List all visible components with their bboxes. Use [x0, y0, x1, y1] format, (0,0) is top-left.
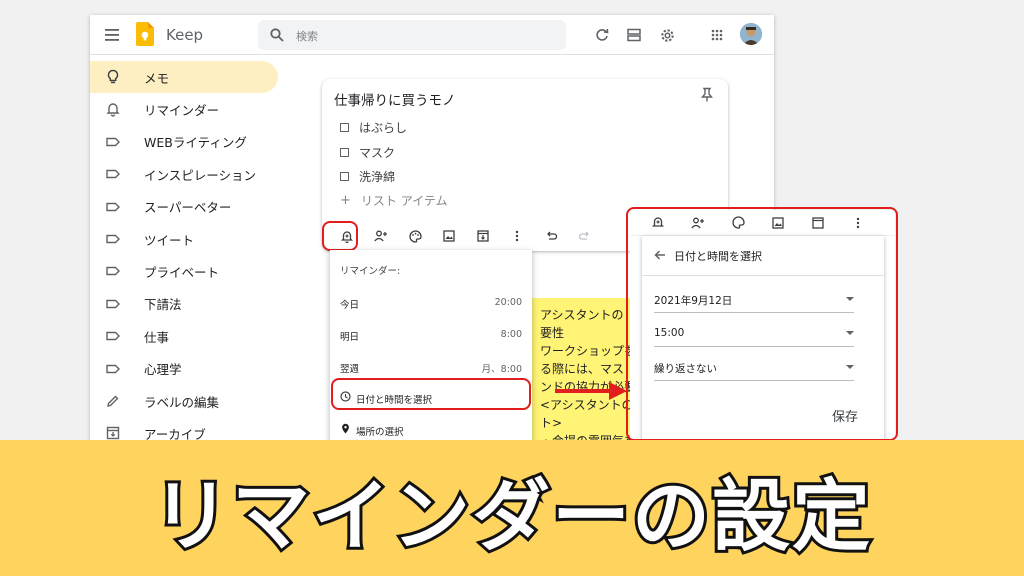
- sidebar-item-psychology[interactable]: 心理学: [90, 353, 290, 385]
- pencil-icon: [105, 393, 121, 409]
- lightbulb-icon: [105, 69, 121, 85]
- collaborator-icon[interactable]: [364, 225, 398, 247]
- reminder-option-today[interactable]: 今日 20:00: [330, 288, 532, 318]
- caption-text: リマインダーの設定: [149, 469, 873, 565]
- reminder-option-tomorrow[interactable]: 明日 8:00: [330, 320, 532, 350]
- sidebar-item-superbetter[interactable]: スーパーベター: [90, 191, 290, 223]
- sidebar-item-label: ツイート: [144, 232, 195, 248]
- checklist-item[interactable]: 洗浄綿: [340, 166, 395, 186]
- settings-gear-icon[interactable]: [657, 25, 677, 45]
- sidebar-item-label: プライベート: [144, 265, 220, 281]
- label-icon: [105, 231, 121, 247]
- sidebar-item-label: ラベルの編集: [144, 394, 220, 410]
- sidebar-item-reminders[interactable]: リマインダー: [90, 93, 290, 125]
- sidebar-item-edit-labels[interactable]: ラベルの編集: [90, 385, 290, 417]
- add-list-item[interactable]: + リスト アイテム: [340, 190, 448, 210]
- main-menu-icon[interactable]: [102, 25, 122, 45]
- checklist-item-text[interactable]: マスク: [359, 144, 395, 161]
- pick-place-label: 場所の選択: [356, 427, 404, 438]
- reminder-menu: リマインダー: 今日 20:00 明日 8:00 翌週 月、8:00 日付と時間…: [330, 250, 532, 450]
- refresh-icon[interactable]: [592, 25, 612, 45]
- label-icon: [105, 199, 121, 215]
- bell-icon: [105, 101, 121, 118]
- label-icon: [105, 361, 121, 377]
- pin-icon[interactable]: [700, 87, 714, 103]
- reminder-option-time: 20:00: [494, 297, 522, 308]
- search-icon[interactable]: [270, 28, 284, 42]
- more-vert-icon[interactable]: [500, 225, 534, 247]
- top-bar: Keep 検索: [90, 15, 774, 55]
- label-icon: [105, 263, 121, 279]
- sidebar-item-label: 仕事: [144, 329, 170, 345]
- reminder-option-label: 翌週: [340, 364, 360, 375]
- add-list-item-label: リスト アイテム: [360, 193, 448, 208]
- red-arrow-icon: [553, 380, 629, 402]
- label-icon: [105, 166, 121, 182]
- plus-icon: +: [340, 192, 351, 208]
- reminder-option-label: 今日: [340, 300, 360, 311]
- palette-icon[interactable]: [398, 225, 432, 247]
- reminder-option-time: 月、8:00: [481, 364, 522, 375]
- avatar[interactable]: [740, 23, 762, 45]
- reminder-option-time: 8:00: [500, 329, 522, 340]
- sidebar-item-label: リマインダー: [144, 103, 220, 119]
- sidebar-item-label: メモ: [144, 70, 170, 86]
- checklist-item-text[interactable]: はぶらし: [359, 119, 407, 136]
- checkbox[interactable]: [340, 147, 349, 157]
- highlight-reminder-button: [322, 221, 358, 251]
- note-title[interactable]: 仕事帰りに買うモノ: [334, 89, 456, 109]
- sidebar-item-inspiration[interactable]: インスピレーション: [90, 158, 290, 190]
- reminder-menu-header: リマインダー:: [340, 266, 401, 277]
- app-title: Keep: [166, 26, 204, 44]
- sidebar: メモ リマインダー WEBライティング インスピレーション スーパーベター ツイ…: [90, 61, 290, 450]
- image-icon[interactable]: [432, 225, 466, 247]
- list-view-icon[interactable]: [624, 25, 644, 45]
- sidebar-item-label: WEBライティング: [144, 135, 247, 151]
- caption-banner: リマインダーの設定: [0, 440, 1024, 576]
- sidebar-item-label: スーパーベター: [144, 200, 232, 216]
- sidebar-item-label: 心理学: [144, 362, 182, 378]
- search-input[interactable]: 検索: [296, 28, 318, 44]
- sidebar-item-memo[interactable]: メモ: [90, 61, 278, 94]
- sidebar-item-private[interactable]: プライベート: [90, 255, 290, 287]
- apps-grid-icon[interactable]: [707, 25, 727, 45]
- sidebar-item-label: 下請法: [144, 297, 182, 313]
- highlight-date-time-panel: [626, 207, 898, 441]
- checkbox[interactable]: [340, 122, 349, 132]
- label-icon: [105, 134, 121, 150]
- checklist-item-text[interactable]: 洗浄綿: [359, 168, 395, 185]
- checkbox[interactable]: [340, 171, 349, 181]
- label-icon: [105, 328, 121, 344]
- label-icon: [105, 296, 121, 312]
- undo-icon[interactable]: [534, 225, 568, 247]
- sidebar-item-web-writing[interactable]: WEBライティング: [90, 126, 290, 158]
- archive-icon[interactable]: [466, 225, 500, 247]
- checklist-item[interactable]: マスク: [340, 142, 395, 162]
- search-box[interactable]: 検索: [258, 20, 566, 50]
- keep-logo-icon[interactable]: [136, 22, 154, 46]
- redo-icon[interactable]: [568, 225, 602, 247]
- checklist-item[interactable]: はぶらし: [340, 117, 407, 137]
- location-pin-icon: [340, 423, 351, 434]
- sidebar-item-work[interactable]: 仕事: [90, 320, 290, 352]
- highlight-pick-date-time: [331, 378, 531, 410]
- reminder-option-label: 明日: [340, 332, 360, 343]
- sidebar-item-label: インスピレーション: [144, 167, 257, 183]
- sidebar-item-subcontract-law[interactable]: 下請法: [90, 288, 290, 320]
- note-toolbar: [330, 225, 610, 247]
- archive-icon: [105, 425, 121, 441]
- sidebar-item-tweet[interactable]: ツイート: [90, 223, 290, 255]
